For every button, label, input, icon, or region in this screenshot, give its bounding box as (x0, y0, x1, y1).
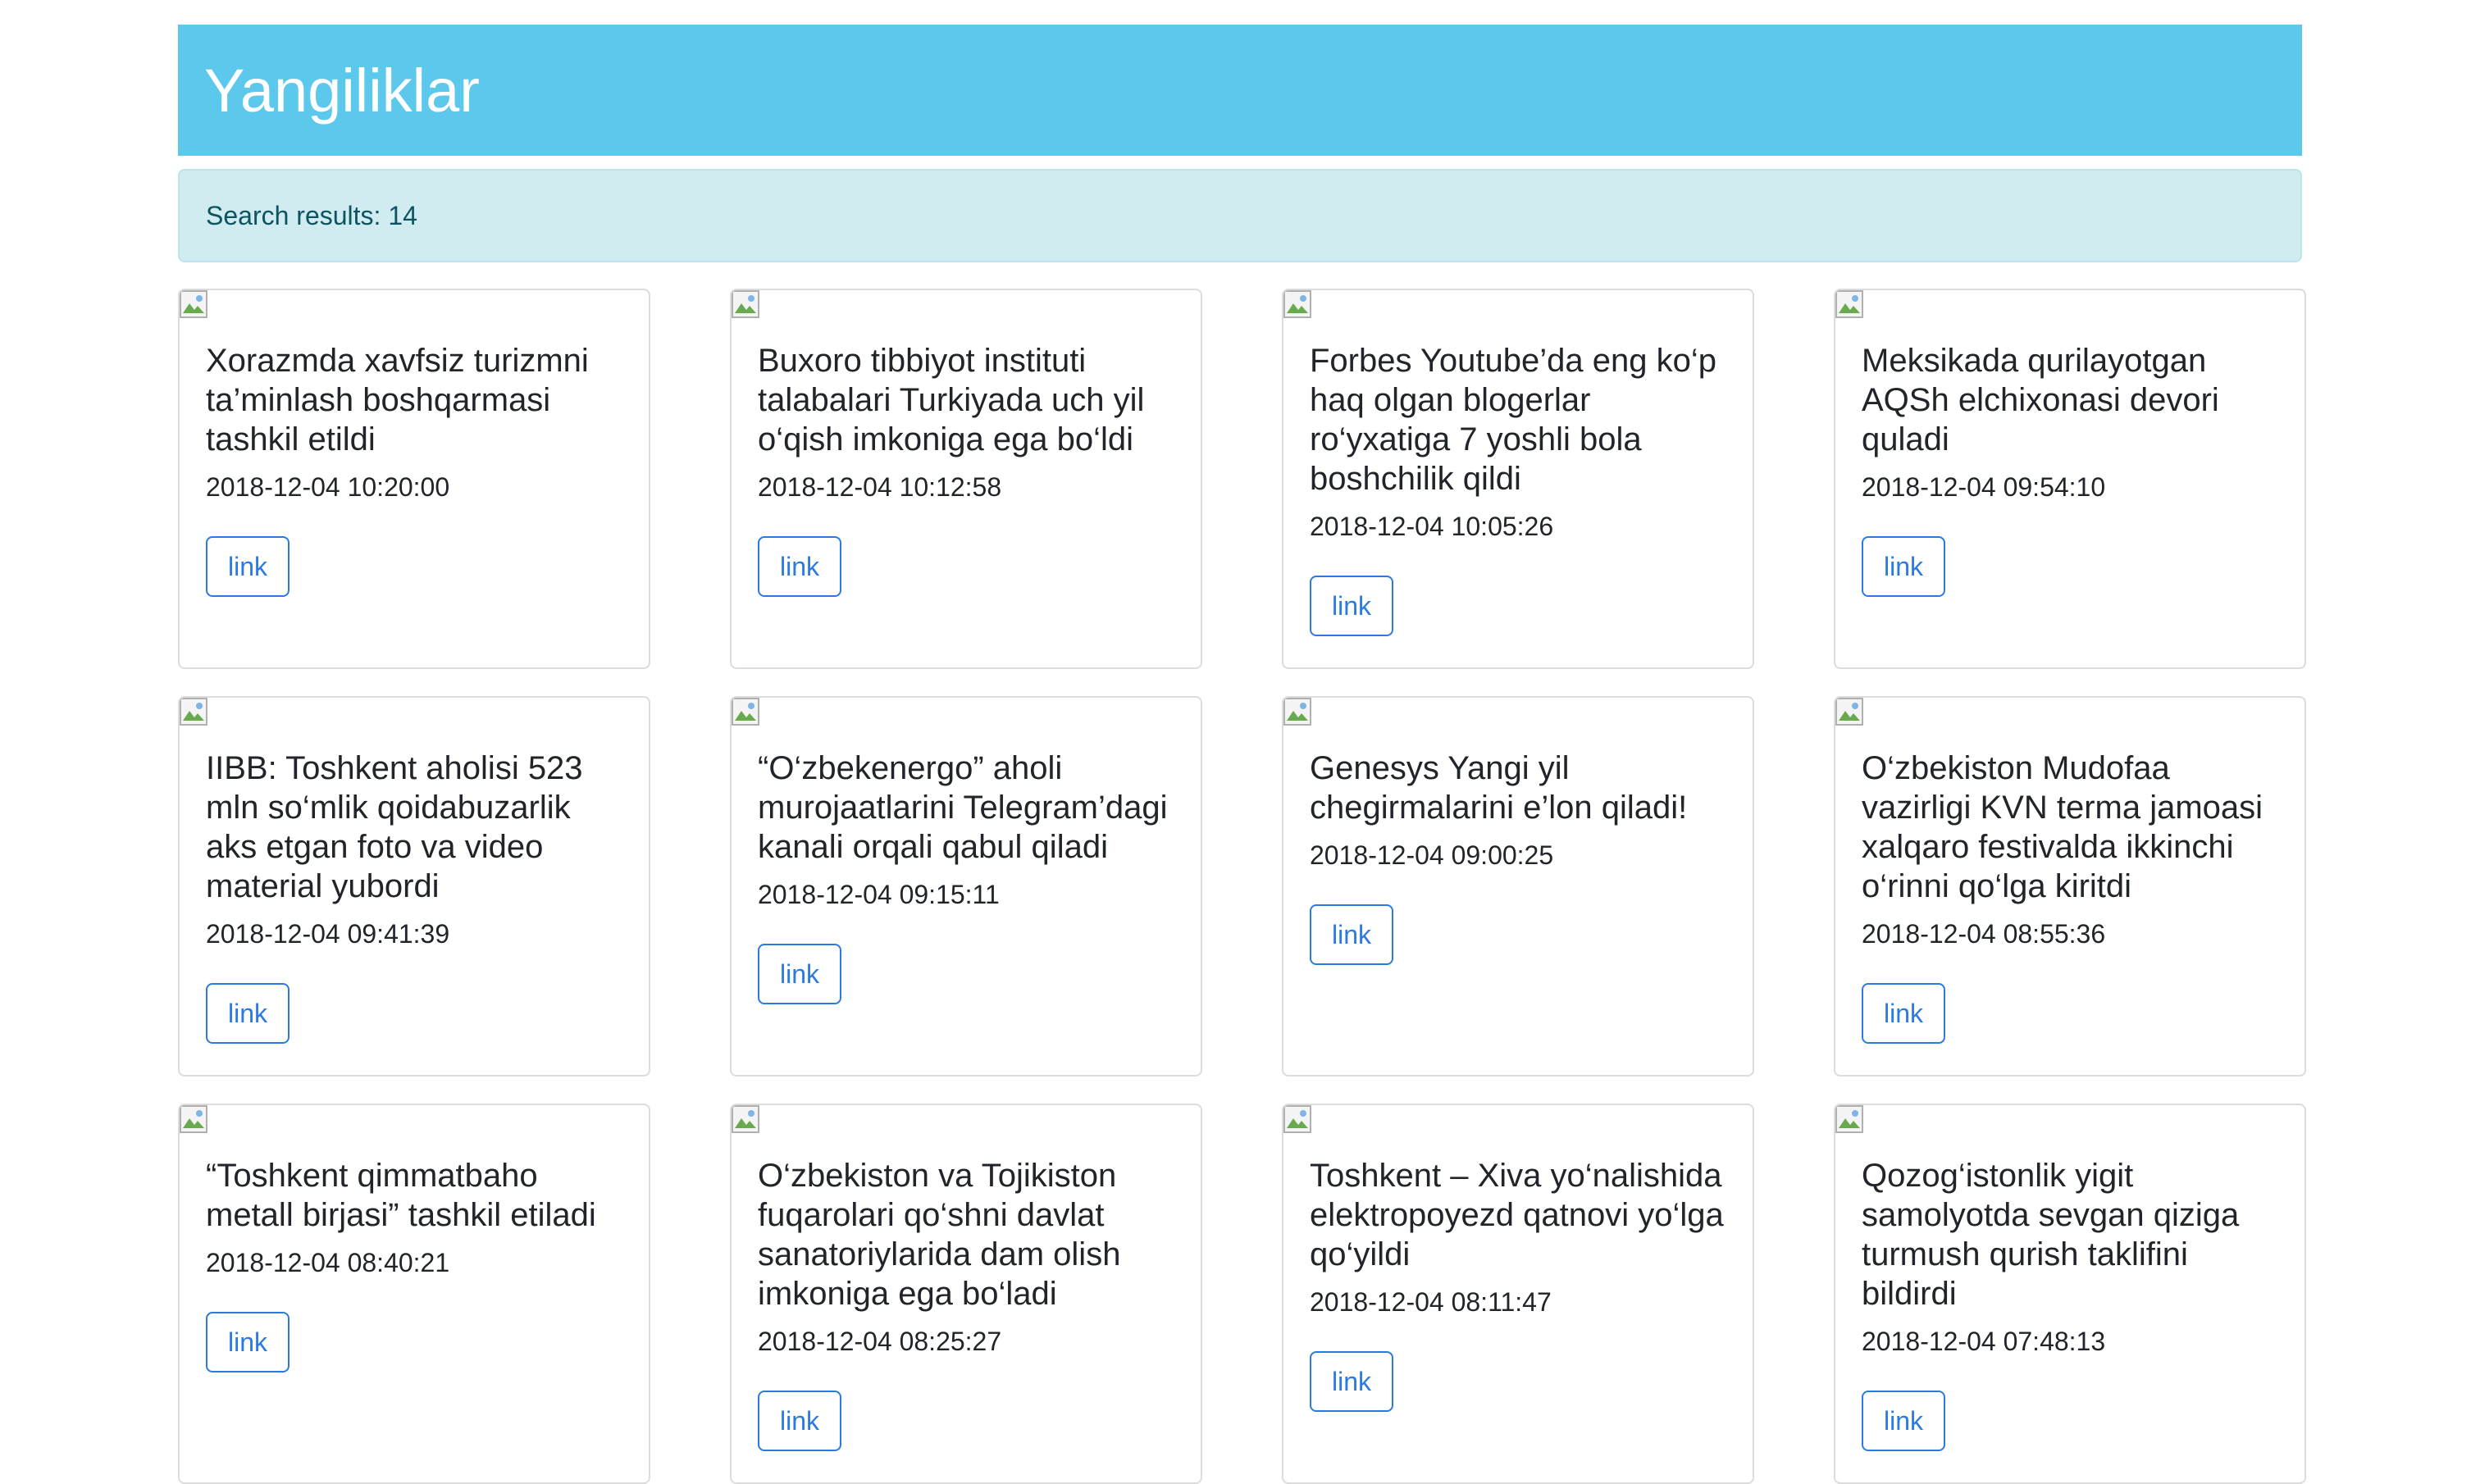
link-button[interactable]: link (206, 983, 289, 1044)
broken-image-icon (1283, 698, 1311, 726)
broken-image-icon (732, 1105, 759, 1133)
broken-image-icon (1283, 1105, 1311, 1133)
card-date: 2018-12-04 09:41:39 (206, 919, 450, 949)
news-card: “O‘zbekenergo” aholi murojaatlarini Tele… (730, 696, 1202, 1077)
broken-image-icon (1835, 290, 1863, 318)
broken-image-icon (1283, 290, 1311, 318)
card-date: 2018-12-04 08:55:36 (1862, 919, 2106, 949)
news-card: O‘zbekiston va Tojikiston fuqarolari qo‘… (730, 1104, 1202, 1484)
link-button[interactable]: link (1310, 904, 1393, 965)
news-card: Xorazmda xavfsiz turizmni ta’minlash bos… (178, 289, 650, 669)
search-results-alert: Search results: 14 (178, 169, 2302, 262)
card-title: Buxoro tibbiyot instituti talabalari Tur… (758, 343, 1145, 457)
card-body: Buxoro tibbiyot instituti talabalari Tur… (758, 341, 1178, 597)
card-body: Xorazmda xavfsiz turizmni ta’minlash bos… (206, 341, 626, 597)
link-button[interactable]: link (1862, 536, 1945, 597)
card-body: Qozog‘istonlik yigit samolyotda sevgan q… (1862, 1156, 2282, 1451)
card-body: “O‘zbekenergo” aholi murojaatlarini Tele… (758, 749, 1178, 1004)
page-container: Yangiliklar Search results: 14 Xorazmda … (178, 25, 2306, 1484)
link-button[interactable]: link (758, 944, 841, 1004)
card-date: 2018-12-04 09:54:10 (1862, 472, 2106, 502)
site-title[interactable]: Yangiliklar (204, 56, 480, 125)
link-button[interactable]: link (758, 1391, 841, 1451)
broken-image-icon (1835, 698, 1863, 726)
card-body: Genesys Yangi yil chegirmalarini e’lon q… (1310, 749, 1730, 965)
card-title: Genesys Yangi yil chegirmalarini e’lon q… (1310, 750, 1688, 826)
card-date: 2018-12-04 09:00:25 (1310, 840, 1554, 870)
news-card: O‘zbekiston Mudofaa vazirligi KVN terma … (1834, 696, 2306, 1077)
news-card: Qozog‘istonlik yigit samolyotda sevgan q… (1834, 1104, 2306, 1484)
card-title: IIBB: Toshkent aholisi 523 mln so‘mlik q… (206, 750, 583, 904)
link-button[interactable]: link (206, 536, 289, 597)
card-date: 2018-12-04 10:20:00 (206, 472, 450, 502)
card-title: “Toshkent qimmatbaho metall birjasi” tas… (206, 1158, 596, 1233)
news-card: Genesys Yangi yil chegirmalarini e’lon q… (1282, 696, 1754, 1077)
card-title: O‘zbekiston Mudofaa vazirligi KVN terma … (1862, 750, 2263, 904)
card-title: Qozog‘istonlik yigit samolyotda sevgan q… (1862, 1158, 2240, 1312)
card-date: 2018-12-04 07:48:13 (1862, 1327, 2106, 1356)
card-body: Forbes Youtube’da eng ko‘p haq olgan blo… (1310, 341, 1730, 636)
broken-image-icon (732, 698, 759, 726)
news-card: Toshkent – Xiva yo‘nalishida elektropoye… (1282, 1104, 1754, 1484)
news-card: IIBB: Toshkent aholisi 523 mln so‘mlik q… (178, 696, 650, 1077)
card-body: O‘zbekiston Mudofaa vazirligi KVN terma … (1862, 749, 2282, 1044)
card-date: 2018-12-04 10:12:58 (758, 472, 1002, 502)
search-results-text: Search results: 14 (206, 200, 417, 230)
link-button[interactable]: link (206, 1312, 289, 1372)
card-body: O‘zbekiston va Tojikiston fuqarolari qo‘… (758, 1156, 1178, 1451)
card-title: Meksikada qurilayotgan AQSh elchixonasi … (1862, 343, 2219, 457)
link-button[interactable]: link (758, 536, 841, 597)
link-button[interactable]: link (1310, 576, 1393, 636)
link-button[interactable]: link (1310, 1351, 1393, 1412)
news-card: Forbes Youtube’da eng ko‘p haq olgan blo… (1282, 289, 1754, 669)
card-title: “O‘zbekenergo” aholi murojaatlarini Tele… (758, 750, 1168, 865)
card-body: Toshkent – Xiva yo‘nalishida elektropoye… (1310, 1156, 1730, 1412)
card-title: O‘zbekiston va Tojikiston fuqarolari qo‘… (758, 1158, 1121, 1312)
news-grid: Xorazmda xavfsiz turizmni ta’minlash bos… (178, 289, 2306, 1484)
broken-image-icon (1835, 1105, 1863, 1133)
card-body: IIBB: Toshkent aholisi 523 mln so‘mlik q… (206, 749, 626, 1044)
card-title: Xorazmda xavfsiz turizmni ta’minlash bos… (206, 343, 589, 457)
card-date: 2018-12-04 08:25:27 (758, 1327, 1002, 1356)
news-card: “Toshkent qimmatbaho metall birjasi” tas… (178, 1104, 650, 1484)
card-title: Forbes Youtube’da eng ko‘p haq olgan blo… (1310, 343, 1716, 497)
link-button[interactable]: link (1862, 1391, 1945, 1451)
broken-image-icon (180, 290, 207, 318)
broken-image-icon (732, 290, 759, 318)
news-card: Meksikada qurilayotgan AQSh elchixonasi … (1834, 289, 2306, 669)
news-card: Buxoro tibbiyot instituti talabalari Tur… (730, 289, 1202, 669)
card-date: 2018-12-04 10:05:26 (1310, 512, 1554, 541)
navbar: Yangiliklar (178, 25, 2302, 156)
card-date: 2018-12-04 08:11:47 (1310, 1287, 1552, 1317)
card-body: “Toshkent qimmatbaho metall birjasi” tas… (206, 1156, 626, 1372)
card-date: 2018-12-04 08:40:21 (206, 1248, 450, 1277)
card-title: Toshkent – Xiva yo‘nalishida elektropoye… (1310, 1158, 1724, 1272)
broken-image-icon (180, 698, 207, 726)
card-body: Meksikada qurilayotgan AQSh elchixonasi … (1862, 341, 2282, 597)
card-date: 2018-12-04 09:15:11 (758, 880, 1000, 909)
link-button[interactable]: link (1862, 983, 1945, 1044)
broken-image-icon (180, 1105, 207, 1133)
